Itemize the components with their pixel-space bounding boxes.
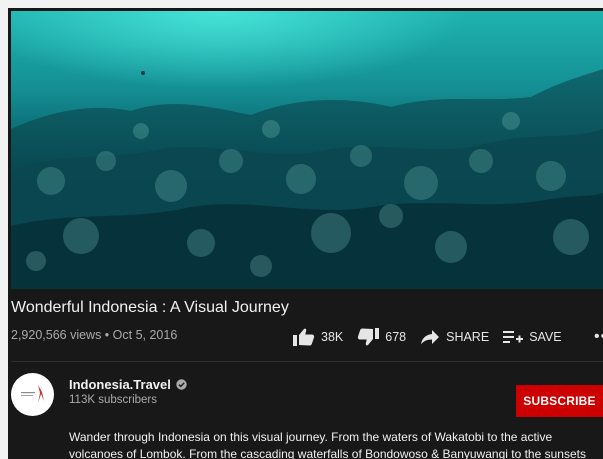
save-button[interactable]: SAVE xyxy=(503,329,562,345)
video-watch-page: Wonderful Indonesia : A Visual Journey 2… xyxy=(8,8,603,459)
channel-avatar[interactable] xyxy=(11,373,54,416)
channel-name[interactable]: Indonesia.Travel xyxy=(69,377,187,392)
like-button[interactable]: 38K xyxy=(293,328,343,346)
dislike-button[interactable]: 678 xyxy=(357,328,406,346)
video-player[interactable] xyxy=(11,11,603,289)
save-label: SAVE xyxy=(529,330,562,344)
thumb-up-icon xyxy=(293,328,315,346)
subscribe-button[interactable]: SUBSCRIBE xyxy=(516,385,603,417)
more-icon: ••• xyxy=(594,328,603,345)
playlist-add-icon xyxy=(503,331,524,343)
video-description: Wander through Indonesia on this visual … xyxy=(69,429,603,459)
underwater-reef-scene xyxy=(11,69,603,289)
section-divider xyxy=(11,361,603,362)
dislike-count: 678 xyxy=(385,330,407,344)
video-title: Wonderful Indonesia : A Visual Journey xyxy=(11,299,289,316)
channel-name-text: Indonesia.Travel xyxy=(69,377,171,392)
description-line: volcanoes of Lombok. From the cascading … xyxy=(69,447,586,459)
thumb-down-icon xyxy=(358,328,380,346)
channel-logo-icon xyxy=(21,385,44,403)
subscriber-count: 113K subscribers xyxy=(69,394,157,406)
share-label: SHARE xyxy=(446,330,490,344)
verified-icon xyxy=(176,379,187,390)
share-button[interactable]: SHARE xyxy=(420,329,489,345)
description-line: Wander through Indonesia on this visual … xyxy=(69,430,553,444)
more-actions-button[interactable]: ••• xyxy=(594,328,603,346)
video-actions-bar: 38K 678 SHARE SAVE xyxy=(293,326,576,348)
video-view-count-date: 2,920,566 views • Oct 5, 2016 xyxy=(11,328,178,342)
like-count: 38K xyxy=(321,330,344,344)
share-arrow-icon xyxy=(421,330,440,345)
